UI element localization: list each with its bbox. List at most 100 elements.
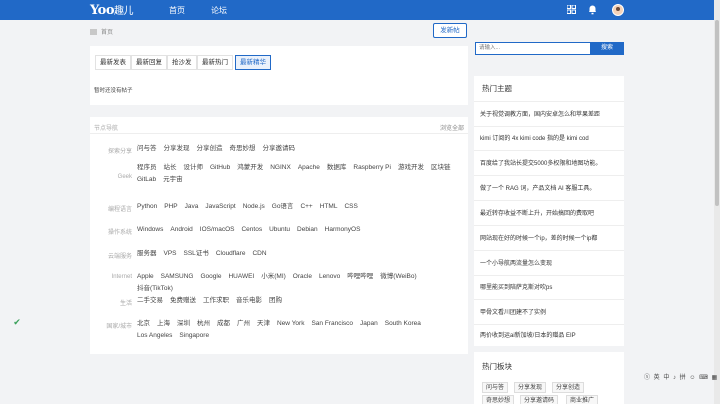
tab-latest-featured[interactable]: 最新精华 — [235, 55, 271, 70]
node-link[interactable]: 音乐电影 — [236, 295, 262, 307]
node-link[interactable]: CDN — [252, 248, 266, 260]
node-link[interactable]: 团购 — [269, 295, 282, 307]
node-link[interactable]: 杭州 — [197, 318, 210, 330]
node-link[interactable]: 微博(WeiBo) — [380, 271, 416, 283]
node-link[interactable]: Los Angeles — [137, 330, 172, 342]
node-link[interactable]: Apple — [137, 271, 154, 283]
node-link[interactable]: 鸿蒙开发 — [237, 162, 263, 174]
node-link[interactable]: 程序员 — [137, 162, 157, 174]
node-link[interactable]: 北京 — [137, 318, 150, 330]
node-link[interactable]: Google — [201, 271, 222, 283]
node-link[interactable]: IOS/macOS — [200, 224, 235, 236]
node-link[interactable]: Japan — [360, 318, 378, 330]
node-link[interactable]: Debian — [297, 224, 318, 236]
node-link[interactable]: Ubuntu — [269, 224, 290, 236]
node-link[interactable]: 区块链 — [431, 162, 451, 174]
hot-topic-item[interactable]: 一个小导航两流量怎么变现 — [480, 258, 620, 267]
home-icon[interactable] — [90, 29, 97, 35]
node-link[interactable]: 哔哩哔哩 — [347, 271, 373, 283]
node-link[interactable]: Raspberry Pi — [353, 162, 391, 174]
scrollbar-thumb[interactable] — [715, 20, 719, 206]
node-link[interactable]: 站长 — [164, 162, 177, 174]
site-logo[interactable]: Yoo趣儿 — [90, 2, 134, 18]
node-link[interactable]: 成都 — [217, 318, 230, 330]
node-link[interactable]: Node.js — [243, 201, 265, 213]
hot-topic-item[interactable]: 做了一个 RAG 词，产品文档 AI 客服工具。 — [480, 183, 620, 192]
node-link[interactable]: 奇思妙想 — [230, 143, 256, 155]
node-link[interactable]: 深圳 — [177, 318, 190, 330]
node-link[interactable]: 游戏开发 — [398, 162, 424, 174]
node-link[interactable]: Singapore — [179, 330, 209, 342]
node-link[interactable]: 小米(MI) — [261, 271, 286, 283]
hot-topic-item[interactable]: 两价收到运ai新加坡/日本的赠品 EIP — [480, 330, 620, 339]
node-link[interactable]: Apache — [298, 162, 320, 174]
node-link[interactable]: HTML — [320, 201, 338, 213]
tab-latest-hot[interactable]: 最新热门 — [197, 55, 233, 70]
hot-topic-item[interactable]: 哪里能买到陪萨克斯对吹ps — [480, 282, 620, 291]
node-link[interactable]: 设计师 — [184, 162, 204, 174]
node-link[interactable]: Lenovo — [319, 271, 340, 283]
hot-topic-item[interactable]: kimi 订阅的 4x kimi code 指的是 kimi cod — [480, 133, 620, 142]
new-post-button[interactable]: 发新帖 — [433, 23, 467, 38]
board-chip[interactable]: 商业推广 — [566, 395, 599, 404]
hot-topic-item[interactable]: 关于视觉调教方面，国内安卓怎么和苹果差距 — [480, 109, 620, 118]
node-link[interactable]: NGINX — [270, 162, 291, 174]
hot-topic-item[interactable]: 最近转存收益不断上升，开始搞回的费取吧 — [480, 208, 620, 217]
view-all-link[interactable]: 浏览全部 — [440, 123, 464, 132]
node-link[interactable]: Go语言 — [272, 201, 294, 213]
hot-topic-item[interactable]: 百度给了我站长提交5000多权限和地图功能。 — [480, 158, 620, 167]
node-link[interactable]: Android — [170, 224, 192, 236]
node-link[interactable]: VPS — [164, 248, 177, 260]
node-link[interactable]: 服务器 — [137, 248, 157, 260]
board-chip[interactable]: 分享发现 — [514, 382, 547, 393]
node-link[interactable]: Java — [185, 201, 199, 213]
nav-home[interactable]: 首页 — [169, 5, 185, 16]
nav-forum[interactable]: 论坛 — [211, 5, 227, 16]
node-link[interactable]: JavaScript — [205, 201, 235, 213]
node-link[interactable]: 问与答 — [137, 143, 157, 155]
grid-icon[interactable] — [564, 3, 578, 17]
node-link[interactable]: HUAWEI — [228, 271, 254, 283]
search-button[interactable]: 搜索 — [590, 42, 624, 55]
node-link[interactable]: South Korea — [385, 318, 421, 330]
node-link[interactable]: GitLab — [137, 174, 156, 186]
ime-toolbar[interactable]: ⓢ 英 中 ♪ 拼 ☺ ⌨ ▦ — [644, 372, 718, 382]
node-link[interactable]: Windows — [137, 224, 163, 236]
node-link[interactable]: CSS — [344, 201, 357, 213]
board-chip[interactable]: 分享邀请码 — [520, 395, 559, 404]
checkmark-icon[interactable]: ✔ — [11, 316, 23, 328]
node-link[interactable]: PHP — [164, 201, 177, 213]
tab-latest-replies[interactable]: 最新回复 — [131, 55, 167, 70]
node-link[interactable]: 分享发现 — [164, 143, 190, 155]
search-input[interactable]: 请输入... — [475, 42, 591, 55]
node-link[interactable]: Centos — [241, 224, 262, 236]
node-link[interactable]: 元宇宙 — [163, 174, 183, 186]
node-link[interactable]: San Francisco — [311, 318, 353, 330]
node-link[interactable]: 分享邀请码 — [263, 143, 296, 155]
node-link[interactable]: Oracle — [293, 271, 312, 283]
tab-sofa[interactable]: 抢沙发 — [167, 55, 197, 70]
node-link[interactable]: 广州 — [237, 318, 250, 330]
node-link[interactable]: GitHub — [210, 162, 230, 174]
node-link[interactable]: 天津 — [257, 318, 270, 330]
hot-topic-item[interactable]: 甲骨文看川团建不了实例 — [480, 307, 620, 316]
node-link[interactable]: Cloudflare — [216, 248, 246, 260]
node-link[interactable]: 数据库 — [327, 162, 347, 174]
node-link[interactable]: 抖音(TikTok) — [137, 283, 173, 295]
board-chip[interactable]: 奇思妙想 — [482, 395, 515, 404]
page-scrollbar[interactable] — [714, 0, 720, 404]
board-chip[interactable]: 分享创造 — [552, 382, 585, 393]
node-link[interactable]: SAMSUNG — [161, 271, 194, 283]
avatar[interactable] — [612, 4, 624, 16]
node-link[interactable]: HarmonyOS — [325, 224, 361, 236]
bell-icon[interactable] — [585, 3, 599, 17]
node-link[interactable]: Python — [137, 201, 157, 213]
node-link[interactable]: 二手交易 — [137, 295, 163, 307]
node-link[interactable]: New York — [277, 318, 304, 330]
node-link[interactable]: C++ — [300, 201, 312, 213]
node-link[interactable]: 免费赠送 — [170, 295, 196, 307]
tab-latest-posts[interactable]: 最新发表 — [95, 55, 131, 70]
board-chip[interactable]: 问与答 — [482, 382, 509, 393]
node-link[interactable]: 上海 — [157, 318, 170, 330]
node-link[interactable]: 分享创造 — [197, 143, 223, 155]
